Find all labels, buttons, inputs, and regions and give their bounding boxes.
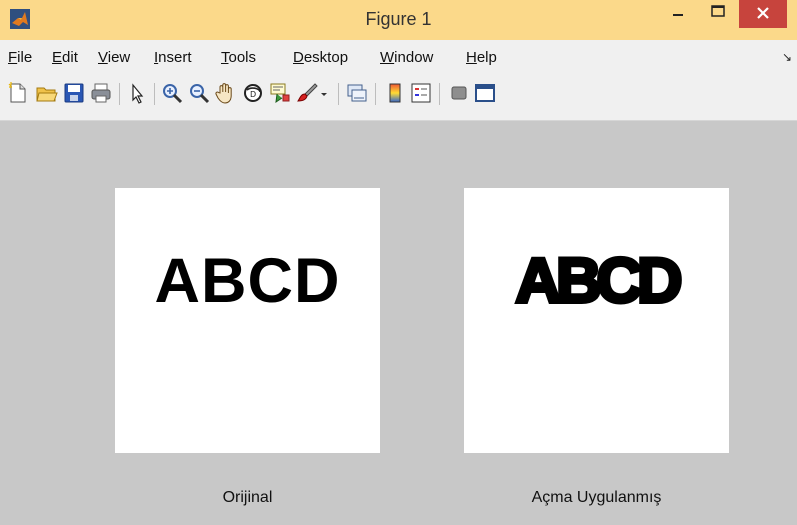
zoom-out-icon[interactable] bbox=[187, 81, 211, 105]
print-icon[interactable] bbox=[89, 81, 113, 105]
close-icon bbox=[757, 7, 769, 19]
toolbar-separator bbox=[375, 83, 376, 105]
caption-opened: Açma Uygulanmış bbox=[531, 489, 662, 506]
menu-bar: File Edit View Insert Tools Desktop Wind… bbox=[0, 40, 797, 75]
menu-tools[interactable]: Tools bbox=[221, 49, 256, 66]
minimize-button[interactable] bbox=[656, 0, 700, 28]
menu-help[interactable]: Help bbox=[466, 49, 497, 66]
edit-plot-arrow-icon[interactable] bbox=[125, 81, 149, 105]
toolbar: D bbox=[0, 75, 797, 121]
data-cursor-icon[interactable] bbox=[268, 81, 292, 105]
menu-overflow-arrow-icon[interactable]: ↘ bbox=[782, 50, 792, 64]
menu-insert[interactable]: Insert bbox=[154, 49, 192, 66]
title-bar: Figure 1 bbox=[0, 0, 797, 40]
toolbar-separator bbox=[154, 83, 155, 105]
colorbar-icon[interactable] bbox=[383, 81, 407, 105]
link-plot-icon[interactable] bbox=[345, 81, 369, 105]
maximize-button[interactable] bbox=[702, 0, 734, 28]
minimize-icon bbox=[673, 14, 683, 16]
maximize-icon bbox=[711, 5, 725, 17]
original-image-text: ABCD bbox=[154, 246, 341, 316]
toolbar-separator bbox=[439, 83, 440, 105]
opened-image-text: ABCD bbox=[514, 246, 685, 316]
close-button[interactable] bbox=[739, 0, 787, 28]
svg-text:D: D bbox=[250, 90, 256, 99]
caption-original: Orijinal bbox=[222, 489, 273, 506]
pan-hand-icon[interactable] bbox=[213, 81, 237, 105]
menu-file[interactable]: File bbox=[8, 49, 32, 66]
brush-icon[interactable] bbox=[295, 81, 319, 105]
axes-opened-image[interactable]: ABCD bbox=[464, 188, 729, 453]
menu-desktop[interactable]: Desktop bbox=[293, 49, 348, 66]
new-figure-icon[interactable] bbox=[6, 81, 30, 105]
hide-plot-tools-icon[interactable] bbox=[447, 81, 471, 105]
legend-icon[interactable] bbox=[409, 81, 433, 105]
zoom-in-icon[interactable] bbox=[160, 81, 184, 105]
menu-view[interactable]: View bbox=[98, 49, 130, 66]
save-icon[interactable] bbox=[62, 81, 86, 105]
axes-original-image[interactable]: ABCD bbox=[115, 188, 380, 453]
rotate-3d-icon[interactable]: D bbox=[241, 81, 265, 105]
menu-window[interactable]: Window bbox=[380, 49, 433, 66]
menu-edit[interactable]: Edit bbox=[52, 49, 78, 66]
toolbar-separator bbox=[119, 83, 120, 105]
show-plot-tools-icon[interactable] bbox=[473, 81, 497, 105]
brush-dropdown-icon[interactable] bbox=[318, 81, 330, 105]
open-file-icon[interactable] bbox=[35, 81, 59, 105]
toolbar-separator bbox=[338, 83, 339, 105]
